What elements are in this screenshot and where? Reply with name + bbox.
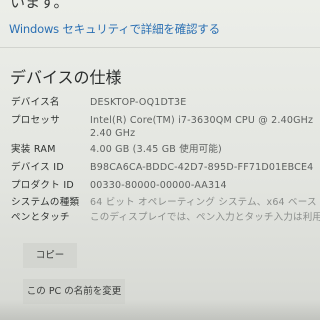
spec-label: デバイス名	[11, 97, 60, 108]
windows-security-link[interactable]: Windows セキュリティで詳細を確認する	[9, 21, 220, 37]
spec-value: このディスプレイでは、ペン入力とタッチ入力は利用できません	[90, 212, 320, 223]
spec-label: システムの種類	[11, 197, 80, 208]
spec-value: 4.00 GB (3.45 GB 使用可能)	[90, 144, 222, 155]
spec-value: 64 ビット オペレーティング システム、x64 ベース プロセッサ	[90, 197, 320, 208]
device-specs-heading: デバイスの仕様	[10, 68, 122, 87]
spec-value: B98CA6CA-BDDC-42D7-895D-FF71D01EBCE4	[90, 162, 314, 173]
copy-button[interactable]: コピー	[23, 243, 77, 268]
spec-label: プロダクト ID	[11, 180, 75, 191]
rename-pc-button[interactable]: この PC の名前を変更	[23, 279, 125, 304]
truncated-status-text: います。	[10, 0, 69, 11]
spec-label: ペンとタッチ	[11, 212, 70, 223]
spec-value: DESKTOP-OQ1DT3E	[90, 97, 187, 108]
spec-value: Intel(R) Core(TM) i7-3630QM CPU @ 2.40GH…	[90, 115, 314, 139]
spec-value: 00330-80000-00000-AA314	[90, 180, 227, 191]
settings-about-page: います。 Windows セキュリティで詳細を確認する デバイスの仕様 デバイス…	[0, 0, 320, 320]
spec-label: デバイス ID	[11, 162, 64, 173]
spec-label: 実装 RAM	[11, 144, 56, 155]
spec-label: プロセッサ	[11, 115, 61, 126]
section-divider	[0, 47, 320, 48]
